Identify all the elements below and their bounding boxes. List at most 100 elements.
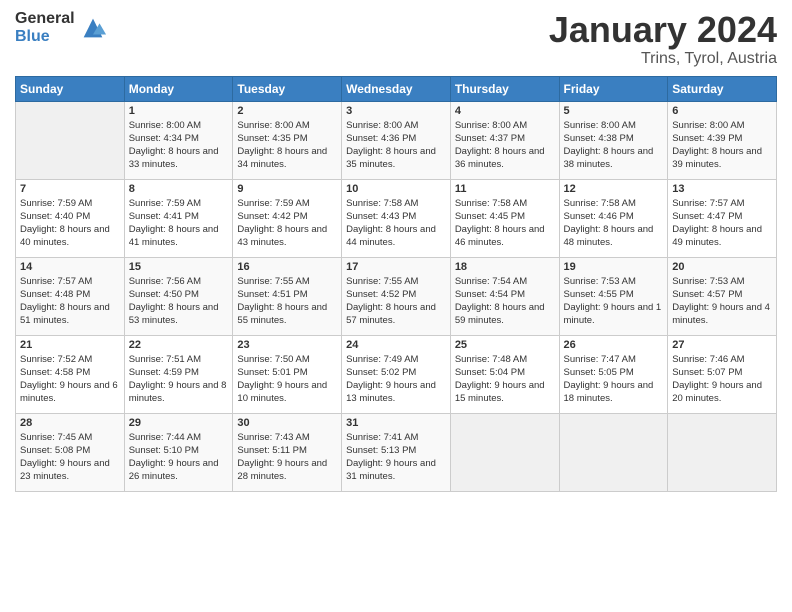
calendar-cell: 17 Sunrise: 7:55 AM Sunset: 4:52 PM Dayli…: [342, 257, 451, 335]
cell-content: Sunrise: 7:45 AM Sunset: 5:08 PM Dayligh…: [20, 431, 120, 484]
calendar-week-row: 1 Sunrise: 8:00 AM Sunset: 4:34 PM Daylig…: [16, 101, 777, 179]
cell-content: Sunrise: 7:58 AM Sunset: 4:46 PM Dayligh…: [564, 197, 664, 250]
logo-general: General: [15, 10, 75, 28]
day-number: 16: [237, 261, 337, 273]
calendar-cell: 5Sunrise: 8:00 AM Sunset: 4:38 PM Daylig…: [559, 101, 668, 179]
cell-content: Sunrise: 7:49 AM Sunset: 5:02 PM Dayligh…: [346, 353, 446, 406]
day-number: 22: [129, 339, 229, 351]
calendar-cell: 22 Sunrise: 7:51 AM Sunset: 4:59 PM Dayli…: [124, 335, 233, 413]
cell-content: Sunrise: 7:55 AM Sunset: 4:52 PM Dayligh…: [346, 275, 446, 328]
calendar-cell: 24 Sunrise: 7:49 AM Sunset: 5:02 PM Dayli…: [342, 335, 451, 413]
day-number: 14: [20, 261, 120, 273]
calendar-cell: 20Sunrise: 7:53 AM Sunset: 4:57 PM Dayli…: [668, 257, 777, 335]
day-number: 29: [129, 417, 229, 429]
calendar-table: SundayMondayTuesdayWednesdayThursdayFrid…: [15, 76, 777, 492]
calendar-cell: 1 Sunrise: 8:00 AM Sunset: 4:34 PM Daylig…: [124, 101, 233, 179]
cell-content: Sunrise: 7:56 AM Sunset: 4:50 PM Dayligh…: [129, 275, 229, 328]
calendar-cell: 4 Sunrise: 8:00 AM Sunset: 4:37 PM Daylig…: [450, 101, 559, 179]
day-number: 4: [455, 105, 555, 117]
cell-content: Sunrise: 8:00 AM Sunset: 4:34 PM Dayligh…: [129, 119, 229, 172]
day-number: 1: [129, 105, 229, 117]
logo-text: General Blue: [15, 10, 75, 45]
cell-content: Sunrise: 8:00 AM Sunset: 4:35 PM Dayligh…: [237, 119, 337, 172]
calendar-week-row: 21Sunrise: 7:52 AM Sunset: 4:58 PM Dayli…: [16, 335, 777, 413]
calendar-cell: [16, 101, 125, 179]
day-number: 15: [129, 261, 229, 273]
cell-content: Sunrise: 7:50 AM Sunset: 5:01 PM Dayligh…: [237, 353, 337, 406]
calendar-cell: 26Sunrise: 7:47 AM Sunset: 5:05 PM Dayli…: [559, 335, 668, 413]
cell-content: Sunrise: 7:59 AM Sunset: 4:42 PM Dayligh…: [237, 197, 337, 250]
cell-content: Sunrise: 7:43 AM Sunset: 5:11 PM Dayligh…: [237, 431, 337, 484]
calendar-cell: 6 Sunrise: 8:00 AM Sunset: 4:39 PM Daylig…: [668, 101, 777, 179]
calendar-cell: 14Sunrise: 7:57 AM Sunset: 4:48 PM Dayli…: [16, 257, 125, 335]
calendar-cell: 28 Sunrise: 7:45 AM Sunset: 5:08 PM Dayli…: [16, 413, 125, 491]
calendar-cell: 31 Sunrise: 7:41 AM Sunset: 5:13 PM Dayli…: [342, 413, 451, 491]
cell-content: Sunrise: 7:58 AM Sunset: 4:43 PM Dayligh…: [346, 197, 446, 250]
day-number: 8: [129, 183, 229, 195]
calendar-week-row: 14Sunrise: 7:57 AM Sunset: 4:48 PM Dayli…: [16, 257, 777, 335]
cell-content: Sunrise: 7:59 AM Sunset: 4:41 PM Dayligh…: [129, 197, 229, 250]
calendar-cell: 10 Sunrise: 7:58 AM Sunset: 4:43 PM Dayli…: [342, 179, 451, 257]
logo-blue: Blue: [15, 28, 75, 46]
cell-content: Sunrise: 7:53 AM Sunset: 4:57 PM Dayligh…: [672, 275, 772, 328]
location-title: Trins, Tyrol, Austria: [549, 50, 777, 68]
cell-content: Sunrise: 7:44 AM Sunset: 5:10 PM Dayligh…: [129, 431, 229, 484]
cell-content: Sunrise: 8:00 AM Sunset: 4:36 PM Dayligh…: [346, 119, 446, 172]
day-number: 23: [237, 339, 337, 351]
header-cell: Thursday: [450, 76, 559, 101]
calendar-cell: 16 Sunrise: 7:55 AM Sunset: 4:51 PM Dayli…: [233, 257, 342, 335]
header-cell: Wednesday: [342, 76, 451, 101]
header-cell: Monday: [124, 76, 233, 101]
cell-content: Sunrise: 7:46 AM Sunset: 5:07 PM Dayligh…: [672, 353, 772, 406]
cell-content: Sunrise: 7:58 AM Sunset: 4:45 PM Dayligh…: [455, 197, 555, 250]
cell-content: Sunrise: 7:41 AM Sunset: 5:13 PM Dayligh…: [346, 431, 446, 484]
calendar-cell: 15 Sunrise: 7:56 AM Sunset: 4:50 PM Dayli…: [124, 257, 233, 335]
page-container: General Blue January 2024 Trins, Tyrol, …: [0, 0, 792, 502]
day-number: 21: [20, 339, 120, 351]
header-cell: Sunday: [16, 76, 125, 101]
calendar-cell: 12 Sunrise: 7:58 AM Sunset: 4:46 PM Dayli…: [559, 179, 668, 257]
day-number: 13: [672, 183, 772, 195]
day-number: 28: [20, 417, 120, 429]
cell-content: Sunrise: 7:53 AM Sunset: 4:55 PM Dayligh…: [564, 275, 664, 328]
day-number: 17: [346, 261, 446, 273]
calendar-week-row: 7Sunrise: 7:59 AM Sunset: 4:40 PM Daylig…: [16, 179, 777, 257]
cell-content: Sunrise: 7:51 AM Sunset: 4:59 PM Dayligh…: [129, 353, 229, 406]
calendar-cell: [450, 413, 559, 491]
calendar-cell: [668, 413, 777, 491]
calendar-cell: 29 Sunrise: 7:44 AM Sunset: 5:10 PM Dayli…: [124, 413, 233, 491]
logo: General Blue: [15, 10, 107, 45]
day-number: 27: [672, 339, 772, 351]
day-number: 6: [672, 105, 772, 117]
day-number: 10: [346, 183, 446, 195]
day-number: 3: [346, 105, 446, 117]
day-number: 24: [346, 339, 446, 351]
calendar-cell: 25 Sunrise: 7:48 AM Sunset: 5:04 PM Dayli…: [450, 335, 559, 413]
header-cell: Friday: [559, 76, 668, 101]
day-number: 26: [564, 339, 664, 351]
calendar-cell: 13 Sunrise: 7:57 AM Sunset: 4:47 PM Dayli…: [668, 179, 777, 257]
calendar-cell: 19 Sunrise: 7:53 AM Sunset: 4:55 PM Dayli…: [559, 257, 668, 335]
day-number: 25: [455, 339, 555, 351]
calendar-week-row: 28 Sunrise: 7:45 AM Sunset: 5:08 PM Dayli…: [16, 413, 777, 491]
day-number: 31: [346, 417, 446, 429]
calendar-cell: 7Sunrise: 7:59 AM Sunset: 4:40 PM Daylig…: [16, 179, 125, 257]
day-number: 18: [455, 261, 555, 273]
day-number: 19: [564, 261, 664, 273]
cell-content: Sunrise: 8:00 AM Sunset: 4:37 PM Dayligh…: [455, 119, 555, 172]
calendar-cell: 11 Sunrise: 7:58 AM Sunset: 4:45 PM Dayli…: [450, 179, 559, 257]
day-number: 30: [237, 417, 337, 429]
header-cell: Saturday: [668, 76, 777, 101]
cell-content: Sunrise: 7:54 AM Sunset: 4:54 PM Dayligh…: [455, 275, 555, 328]
day-number: 2: [237, 105, 337, 117]
cell-content: Sunrise: 7:55 AM Sunset: 4:51 PM Dayligh…: [237, 275, 337, 328]
cell-content: Sunrise: 7:48 AM Sunset: 5:04 PM Dayligh…: [455, 353, 555, 406]
calendar-cell: 3 Sunrise: 8:00 AM Sunset: 4:36 PM Daylig…: [342, 101, 451, 179]
day-number: 12: [564, 183, 664, 195]
day-number: 9: [237, 183, 337, 195]
cell-content: Sunrise: 8:00 AM Sunset: 4:39 PM Dayligh…: [672, 119, 772, 172]
header-cell: Tuesday: [233, 76, 342, 101]
calendar-cell: 2 Sunrise: 8:00 AM Sunset: 4:35 PM Daylig…: [233, 101, 342, 179]
day-number: 11: [455, 183, 555, 195]
cell-content: Sunrise: 7:57 AM Sunset: 4:47 PM Dayligh…: [672, 197, 772, 250]
